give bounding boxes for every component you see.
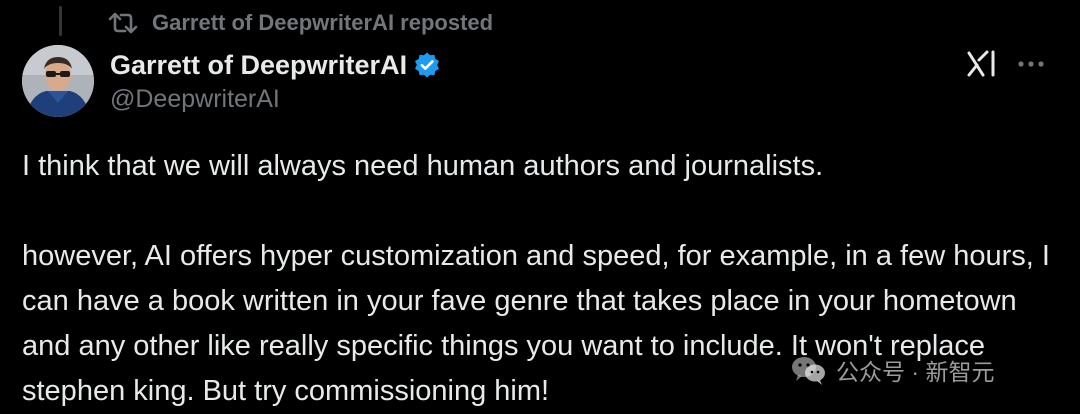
avatar[interactable] [22,45,94,117]
grok-icon[interactable] [966,48,998,80]
more-options-icon[interactable] [1014,48,1048,80]
repost-label: Garrett of DeepwriterAI reposted [152,10,494,35]
watermark-label: 公众号 · 新智元 [836,359,995,385]
repost-icon [108,12,138,34]
repost-indicator[interactable]: Garrett of DeepwriterAI reposted [108,8,493,38]
author-display-name[interactable]: Garrett of DeepwriterAI [110,50,407,81]
wechat-icon [792,357,825,385]
author-name-row: Garrett of DeepwriterAI [110,45,441,85]
tweet-paragraph: I think that we will always need human a… [22,150,824,182]
author-handle[interactable]: @DeepwriterAI [110,85,280,114]
wechat-watermark: 公众号 · 新智元 [790,352,994,388]
profile-photo [22,45,94,117]
verified-badge-icon [415,52,440,78]
thread-connector-line [59,6,62,36]
